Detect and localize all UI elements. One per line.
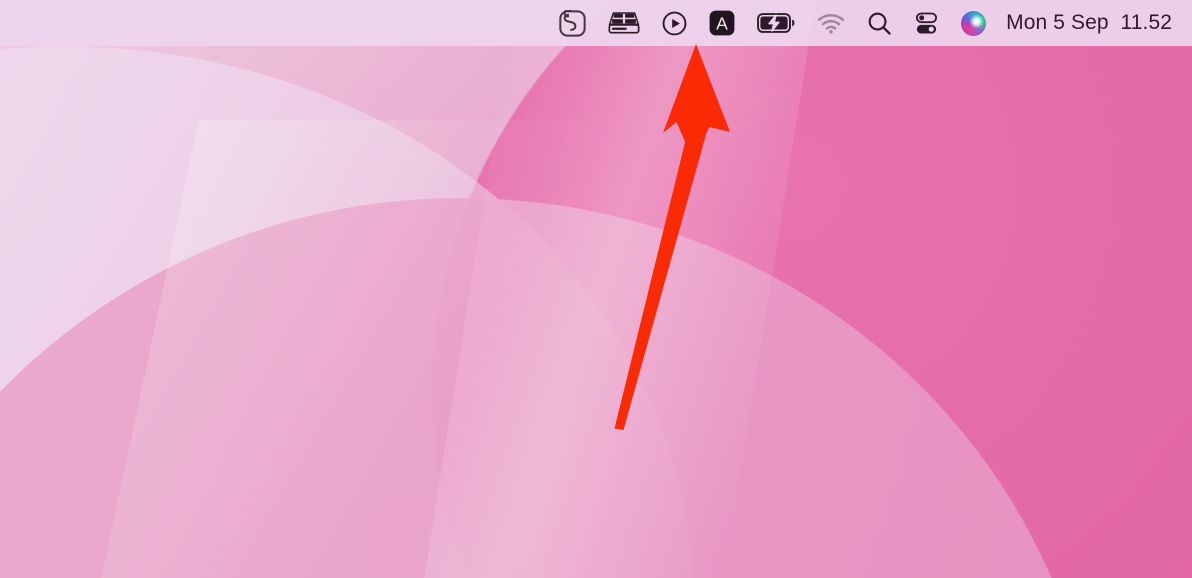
wifi-icon[interactable] <box>806 0 856 46</box>
spotlight-search-icon[interactable] <box>856 0 903 46</box>
siri-orb <box>961 10 987 36</box>
desktop-screen: A Mon 5 Sep 11.52 <box>0 0 1192 578</box>
desktop-wallpaper <box>0 0 1192 578</box>
menu-bar: A Mon 5 Sep 11.52 <box>0 0 1192 46</box>
external-drive-icon[interactable] <box>597 0 651 46</box>
play-circle-icon[interactable] <box>651 0 698 46</box>
adobe-creative-cloud-icon[interactable] <box>548 0 597 46</box>
alfred-app-icon[interactable]: A <box>698 0 746 46</box>
siri-icon[interactable] <box>950 0 997 46</box>
svg-text:A: A <box>716 13 728 33</box>
menu-bar-clock[interactable]: Mon 5 Sep 11.52 <box>997 0 1178 46</box>
battery-charging-icon[interactable] <box>746 0 806 46</box>
control-center-icon[interactable] <box>903 0 950 46</box>
